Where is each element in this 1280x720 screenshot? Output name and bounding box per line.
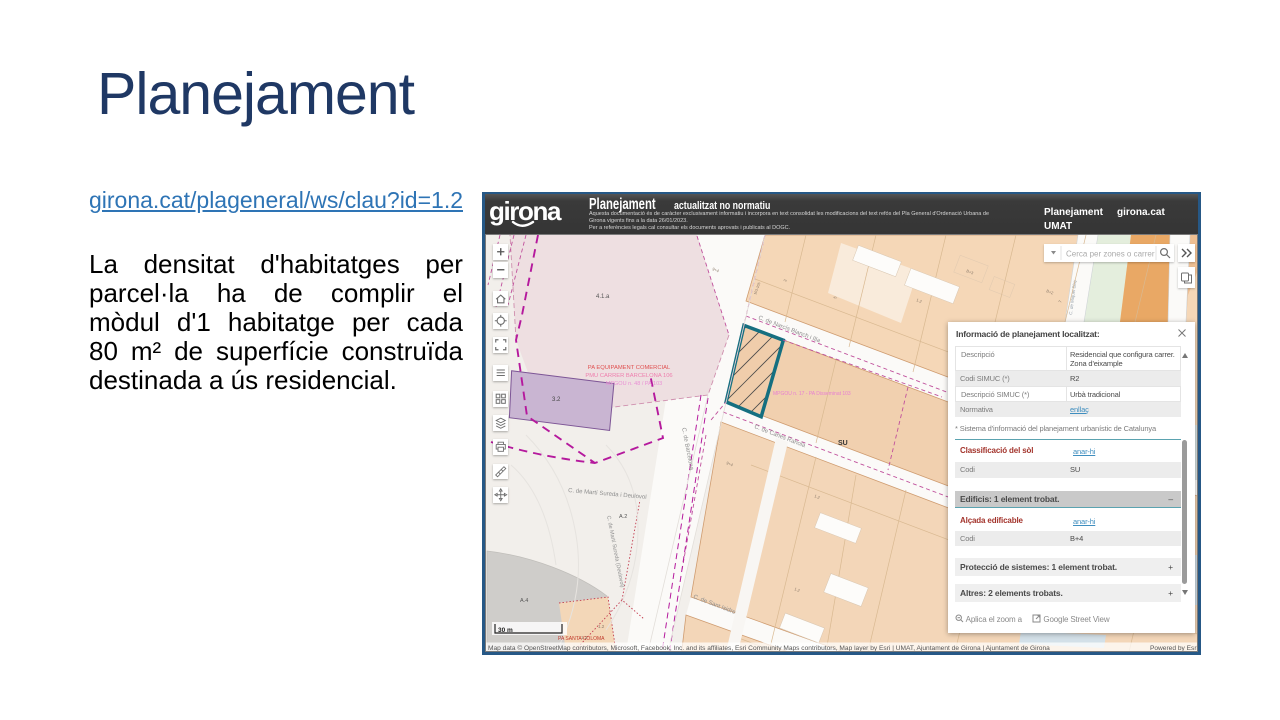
svg-text:A.4: A.4 [520, 598, 528, 604]
svg-text:A.2: A.2 [619, 514, 627, 520]
svg-text:1.2: 1.2 [581, 635, 588, 640]
svg-text:Powered by Esri: Powered by Esri [1150, 645, 1198, 652]
svg-text:PA EQUIPAMENT COMERCIAL: PA EQUIPAMENT COMERCIAL [588, 365, 671, 371]
svg-text:Map data © OpenStreetMap contr: Map data © OpenStreetMap contributors, M… [488, 644, 1050, 652]
svg-text:SU: SU [838, 440, 848, 447]
svg-text:30 m: 30 m [498, 627, 513, 634]
svg-text:3.2: 3.2 [552, 397, 561, 403]
svg-text:4.1.a: 4.1.a [596, 294, 610, 300]
svg-text:1.2: 1.2 [598, 624, 605, 629]
svg-text:MPGOU n. 48 / PA 103: MPGOU n. 48 / PA 103 [606, 381, 662, 387]
svg-text:Cerca per zones o carrer: Cerca per zones o carrer [1066, 250, 1155, 259]
svg-text:PMU CARRER BARCELONA 106: PMU CARRER BARCELONA 106 [585, 373, 672, 379]
svg-text:MPGOU n. 17 - PA Disseminat 10: MPGOU n. 17 - PA Disseminat 103 [773, 391, 851, 397]
